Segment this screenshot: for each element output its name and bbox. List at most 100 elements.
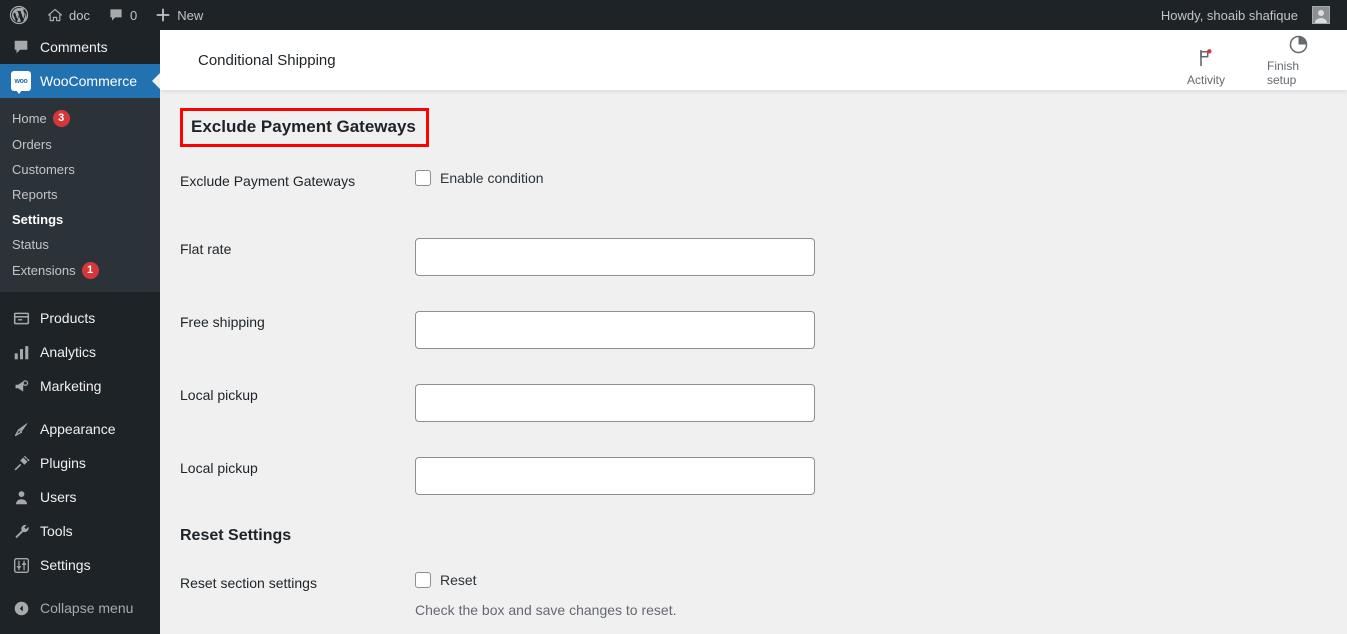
comments-count: 0 (129, 7, 138, 23)
sidebar-subitem-extensions[interactable]: Extensions 1 (0, 257, 160, 284)
field-label: Free shipping (180, 314, 265, 330)
comment-bubble-icon (110, 9, 122, 21)
marketing-icon (11, 376, 31, 396)
field-control (415, 384, 1347, 422)
flag-icon (1196, 47, 1216, 69)
settings-icon (11, 555, 31, 575)
free-shipping-input[interactable] (415, 311, 815, 349)
collapse-menu-button[interactable]: Collapse menu (0, 591, 160, 625)
field-label: Flat rate (180, 241, 232, 257)
settings-form: Exclude Payment Gateways Exclude Payment… (160, 90, 1347, 618)
field-label: Local pickup (180, 387, 258, 403)
new-content-menu[interactable]: New (146, 0, 212, 30)
menu-separator (0, 582, 160, 591)
woocommerce-submenu: Home 3 Orders Customers Reports Settings… (0, 98, 160, 292)
sidebar-item-label: Appearance (40, 421, 116, 437)
sidebar-item-label: Tools (40, 523, 73, 539)
field-control: Enable condition (415, 170, 1347, 186)
sidebar-item-label: Settings (40, 557, 91, 573)
sidebar-item-users[interactable]: Users (0, 480, 160, 514)
field-label: Exclude Payment Gateways (180, 173, 356, 189)
page-title: Conditional Shipping (198, 51, 336, 69)
sidebar-item-tools[interactable]: Tools (0, 514, 160, 548)
sidebar-item-plugins[interactable]: Plugins (0, 446, 160, 480)
form-row-free-shipping: Free shipping (160, 311, 1347, 349)
field-control: Reset Check the box and save changes to … (415, 572, 1347, 618)
greeting-label: Howdy, shoaib shafique (1160, 7, 1298, 23)
finish-setup-button[interactable]: Finish setup (1267, 33, 1329, 87)
sidebar-subitem-label: Reports (12, 187, 58, 202)
sidebar-subitem-customers[interactable]: Customers (0, 157, 160, 182)
chevron-left-circle-icon (11, 598, 31, 618)
local-pickup-input-1[interactable] (415, 384, 815, 422)
admin-sidebar-menu: Comments woo WooCommerce Home 3 Orders C… (0, 0, 160, 634)
sidebar-item-appearance[interactable]: Appearance (0, 412, 160, 446)
woocommerce-page-header: Conditional Shipping Activity Finish set… (160, 30, 1347, 90)
reset-section-heading-wrap: Reset Settings (160, 495, 1347, 545)
header-actions: Activity Finish setup (1175, 33, 1347, 87)
form-row-exclude-enable: Exclude Payment Gateways Enable conditio… (160, 170, 1347, 200)
reset-checkbox[interactable] (415, 572, 431, 588)
extensions-count-badge: 1 (81, 262, 99, 279)
wordpress-logo-icon (9, 5, 29, 25)
sidebar-subitem-label: Customers (12, 162, 75, 177)
sidebar-subitem-label: Orders (12, 137, 52, 152)
reset-section-heading: Reset Settings (180, 527, 292, 544)
woocommerce-icon: woo (11, 71, 31, 94)
admin-bar-right: Howdy, shoaib shafique (1152, 0, 1347, 30)
wordpress-logo-menu[interactable] (0, 0, 38, 30)
products-icon (11, 308, 31, 328)
enable-condition-checkbox-row[interactable]: Enable condition (415, 170, 1347, 186)
form-row-local-pickup-1: Local pickup (160, 384, 1347, 422)
home-icon (48, 8, 62, 22)
field-label: Local pickup (180, 460, 258, 476)
activity-button[interactable]: Activity (1175, 47, 1237, 87)
sidebar-item-settings[interactable]: Settings (0, 548, 160, 582)
sidebar-subitem-status[interactable]: Status (0, 232, 160, 257)
form-row-flat-rate: Flat rate (160, 238, 1347, 276)
field-control (415, 457, 1347, 495)
sidebar-subitem-settings[interactable]: Settings (0, 207, 160, 232)
appearance-icon (11, 419, 31, 439)
sidebar-item-label: WooCommerce (40, 73, 137, 89)
home-count-badge: 3 (52, 110, 70, 127)
local-pickup-input-2[interactable] (415, 457, 815, 495)
new-label: New (177, 7, 204, 23)
tools-icon (11, 521, 31, 541)
analytics-icon (11, 342, 31, 362)
sidebar-item-label: Plugins (40, 455, 86, 471)
sidebar-item-marketing[interactable]: Marketing (0, 369, 160, 403)
activity-label: Activity (1186, 73, 1225, 87)
reset-help-text: Check the box and save changes to reset. (415, 602, 677, 618)
reset-checkbox-row[interactable]: Reset (415, 572, 1347, 588)
flat-rate-input[interactable] (415, 238, 815, 276)
comment-bubble-icon (11, 37, 31, 57)
plugins-icon (11, 453, 31, 473)
enable-condition-label: Enable condition (440, 170, 544, 186)
sidebar-subitem-orders[interactable]: Orders (0, 132, 160, 157)
users-icon (11, 487, 31, 507)
reset-checkbox-label: Reset (440, 572, 477, 588)
site-name-menu[interactable]: doc (38, 0, 99, 30)
my-account-menu[interactable]: Howdy, shoaib shafique (1152, 0, 1339, 30)
exclude-section-heading: Exclude Payment Gateways (180, 108, 429, 147)
comments-bubble-menu[interactable]: 0 (99, 0, 146, 30)
plus-icon (156, 8, 170, 22)
menu-separator (0, 403, 160, 412)
main-content-area: Conditional Shipping Activity Finish set… (160, 30, 1347, 634)
collapse-menu-label: Collapse menu (40, 600, 134, 616)
field-control (415, 238, 1347, 276)
sidebar-subitem-reports[interactable]: Reports (0, 182, 160, 207)
sidebar-item-label: Products (40, 310, 96, 326)
site-name-label: doc (69, 7, 90, 23)
sidebar-item-analytics[interactable]: Analytics (0, 335, 160, 369)
sidebar-item-comments[interactable]: Comments (0, 30, 160, 64)
sidebar-item-label: Users (40, 489, 77, 505)
enable-condition-checkbox[interactable] (415, 170, 431, 186)
sidebar-subitem-label: Status (12, 237, 49, 252)
field-label: Reset section settings (180, 575, 317, 591)
avatar (1312, 6, 1330, 24)
sidebar-item-products[interactable]: Products (0, 301, 160, 335)
sidebar-item-woocommerce[interactable]: woo WooCommerce (0, 64, 160, 98)
sidebar-subitem-home[interactable]: Home 3 (0, 105, 160, 132)
